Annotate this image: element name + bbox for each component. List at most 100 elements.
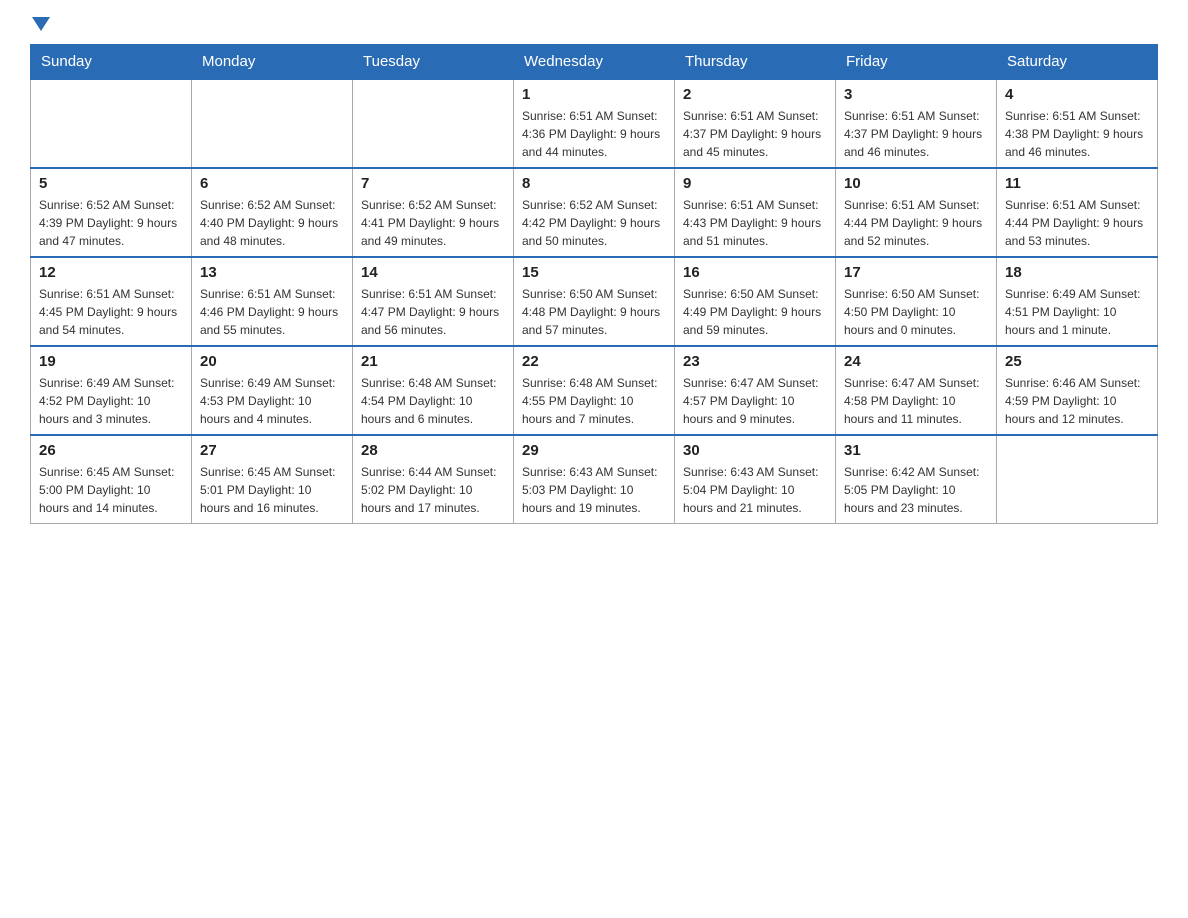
calendar-table: SundayMondayTuesdayWednesdayThursdayFrid… xyxy=(30,44,1158,524)
day-number: 24 xyxy=(844,353,988,370)
day-info: Sunrise: 6:42 AM Sunset: 5:05 PM Dayligh… xyxy=(844,463,988,517)
day-info: Sunrise: 6:47 AM Sunset: 4:57 PM Dayligh… xyxy=(683,374,827,428)
calendar-cell: 7 Sunrise: 6:52 AM Sunset: 4:41 PM Daylig… xyxy=(353,168,514,257)
day-number: 17 xyxy=(844,264,988,281)
day-info: Sunrise: 6:47 AM Sunset: 4:58 PM Dayligh… xyxy=(844,374,988,428)
day-number: 6 xyxy=(200,175,344,192)
day-number: 8 xyxy=(522,175,666,192)
calendar-cell: 17 Sunrise: 6:50 AM Sunset: 4:50 PM Dayli… xyxy=(836,257,997,346)
day-info: Sunrise: 6:51 AM Sunset: 4:46 PM Dayligh… xyxy=(200,285,344,339)
day-number: 23 xyxy=(683,353,827,370)
calendar-cell: 11 Sunrise: 6:51 AM Sunset: 4:44 PM Dayli… xyxy=(997,168,1158,257)
calendar-cell: 19Sunrise: 6:49 AM Sunset: 4:52 PM Dayli… xyxy=(31,346,192,435)
day-number: 2 xyxy=(683,86,827,103)
calendar-cell: 4Sunrise: 6:51 AM Sunset: 4:38 PM Daylig… xyxy=(997,79,1158,168)
day-number: 3 xyxy=(844,86,988,103)
calendar-cell: 30Sunrise: 6:43 AM Sunset: 5:04 PM Dayli… xyxy=(675,435,836,524)
calendar-cell: 18 Sunrise: 6:49 AM Sunset: 4:51 PM Dayli… xyxy=(997,257,1158,346)
calendar-header-sunday: Sunday xyxy=(31,45,192,80)
calendar-cell: 21 Sunrise: 6:48 AM Sunset: 4:54 PM Dayli… xyxy=(353,346,514,435)
calendar-week-row: 19Sunrise: 6:49 AM Sunset: 4:52 PM Dayli… xyxy=(31,346,1158,435)
calendar-cell: 25 Sunrise: 6:46 AM Sunset: 4:59 PM Dayli… xyxy=(997,346,1158,435)
day-number: 5 xyxy=(39,175,183,192)
day-info: Sunrise: 6:51 AM Sunset: 4:36 PM Dayligh… xyxy=(522,107,666,161)
day-info: Sunrise: 6:43 AM Sunset: 5:03 PM Dayligh… xyxy=(522,463,666,517)
calendar-cell: 12 Sunrise: 6:51 AM Sunset: 4:45 PM Dayli… xyxy=(31,257,192,346)
calendar-cell: 20 Sunrise: 6:49 AM Sunset: 4:53 PM Dayli… xyxy=(192,346,353,435)
calendar-header-saturday: Saturday xyxy=(997,45,1158,80)
calendar-cell: 8Sunrise: 6:52 AM Sunset: 4:42 PM Daylig… xyxy=(514,168,675,257)
day-number: 21 xyxy=(361,353,505,370)
calendar-cell: 24 Sunrise: 6:47 AM Sunset: 4:58 PM Dayli… xyxy=(836,346,997,435)
calendar-cell: 15Sunrise: 6:50 AM Sunset: 4:48 PM Dayli… xyxy=(514,257,675,346)
calendar-cell: 28 Sunrise: 6:44 AM Sunset: 5:02 PM Dayli… xyxy=(353,435,514,524)
calendar-cell: 6 Sunrise: 6:52 AM Sunset: 4:40 PM Daylig… xyxy=(192,168,353,257)
day-info: Sunrise: 6:49 AM Sunset: 4:53 PM Dayligh… xyxy=(200,374,344,428)
calendar-cell: 26 Sunrise: 6:45 AM Sunset: 5:00 PM Dayli… xyxy=(31,435,192,524)
day-info: Sunrise: 6:44 AM Sunset: 5:02 PM Dayligh… xyxy=(361,463,505,517)
calendar-cell xyxy=(31,79,192,168)
day-info: Sunrise: 6:51 AM Sunset: 4:44 PM Dayligh… xyxy=(844,196,988,250)
day-info: Sunrise: 6:49 AM Sunset: 4:52 PM Dayligh… xyxy=(39,374,183,428)
day-number: 11 xyxy=(1005,175,1149,192)
day-number: 29 xyxy=(522,442,666,459)
calendar-cell: 27 Sunrise: 6:45 AM Sunset: 5:01 PM Dayli… xyxy=(192,435,353,524)
calendar-header-wednesday: Wednesday xyxy=(514,45,675,80)
calendar-cell: 14 Sunrise: 6:51 AM Sunset: 4:47 PM Dayli… xyxy=(353,257,514,346)
day-number: 12 xyxy=(39,264,183,281)
day-number: 18 xyxy=(1005,264,1149,281)
day-info: Sunrise: 6:49 AM Sunset: 4:51 PM Dayligh… xyxy=(1005,285,1149,339)
calendar-cell xyxy=(353,79,514,168)
day-number: 28 xyxy=(361,442,505,459)
day-info: Sunrise: 6:52 AM Sunset: 4:40 PM Dayligh… xyxy=(200,196,344,250)
calendar-cell: 2 Sunrise: 6:51 AM Sunset: 4:37 PM Daylig… xyxy=(675,79,836,168)
day-number: 10 xyxy=(844,175,988,192)
calendar-header-thursday: Thursday xyxy=(675,45,836,80)
day-number: 30 xyxy=(683,442,827,459)
day-info: Sunrise: 6:51 AM Sunset: 4:37 PM Dayligh… xyxy=(844,107,988,161)
day-info: Sunrise: 6:52 AM Sunset: 4:39 PM Dayligh… xyxy=(39,196,183,250)
day-number: 13 xyxy=(200,264,344,281)
day-number: 1 xyxy=(522,86,666,103)
day-number: 31 xyxy=(844,442,988,459)
day-info: Sunrise: 6:50 AM Sunset: 4:50 PM Dayligh… xyxy=(844,285,988,339)
day-info: Sunrise: 6:51 AM Sunset: 4:37 PM Dayligh… xyxy=(683,107,827,161)
calendar-week-row: 5 Sunrise: 6:52 AM Sunset: 4:39 PM Daylig… xyxy=(31,168,1158,257)
logo-triangle-icon xyxy=(32,17,50,31)
day-number: 20 xyxy=(200,353,344,370)
day-info: Sunrise: 6:45 AM Sunset: 5:01 PM Dayligh… xyxy=(200,463,344,517)
day-info: Sunrise: 6:48 AM Sunset: 4:55 PM Dayligh… xyxy=(522,374,666,428)
calendar-cell: 3 Sunrise: 6:51 AM Sunset: 4:37 PM Daylig… xyxy=(836,79,997,168)
day-info: Sunrise: 6:52 AM Sunset: 4:41 PM Dayligh… xyxy=(361,196,505,250)
calendar-header-monday: Monday xyxy=(192,45,353,80)
day-number: 7 xyxy=(361,175,505,192)
day-number: 15 xyxy=(522,264,666,281)
calendar-week-row: 1 Sunrise: 6:51 AM Sunset: 4:36 PM Daylig… xyxy=(31,79,1158,168)
day-number: 25 xyxy=(1005,353,1149,370)
day-info: Sunrise: 6:48 AM Sunset: 4:54 PM Dayligh… xyxy=(361,374,505,428)
day-info: Sunrise: 6:51 AM Sunset: 4:47 PM Dayligh… xyxy=(361,285,505,339)
calendar-cell: 22 Sunrise: 6:48 AM Sunset: 4:55 PM Dayli… xyxy=(514,346,675,435)
calendar-cell: 16Sunrise: 6:50 AM Sunset: 4:49 PM Dayli… xyxy=(675,257,836,346)
calendar-cell: 31 Sunrise: 6:42 AM Sunset: 5:05 PM Dayli… xyxy=(836,435,997,524)
calendar-header-row: SundayMondayTuesdayWednesdayThursdayFrid… xyxy=(31,45,1158,80)
calendar-cell: 13 Sunrise: 6:51 AM Sunset: 4:46 PM Dayli… xyxy=(192,257,353,346)
calendar-week-row: 12 Sunrise: 6:51 AM Sunset: 4:45 PM Dayli… xyxy=(31,257,1158,346)
day-number: 22 xyxy=(522,353,666,370)
day-info: Sunrise: 6:51 AM Sunset: 4:43 PM Dayligh… xyxy=(683,196,827,250)
calendar-cell xyxy=(192,79,353,168)
calendar-cell: 23 Sunrise: 6:47 AM Sunset: 4:57 PM Dayli… xyxy=(675,346,836,435)
calendar-header-friday: Friday xyxy=(836,45,997,80)
day-info: Sunrise: 6:45 AM Sunset: 5:00 PM Dayligh… xyxy=(39,463,183,517)
day-number: 26 xyxy=(39,442,183,459)
day-info: Sunrise: 6:51 AM Sunset: 4:38 PM Dayligh… xyxy=(1005,107,1149,161)
day-info: Sunrise: 6:46 AM Sunset: 4:59 PM Dayligh… xyxy=(1005,374,1149,428)
calendar-cell xyxy=(997,435,1158,524)
calendar-week-row: 26 Sunrise: 6:45 AM Sunset: 5:00 PM Dayli… xyxy=(31,435,1158,524)
logo xyxy=(30,20,50,34)
day-number: 27 xyxy=(200,442,344,459)
calendar-cell: 1 Sunrise: 6:51 AM Sunset: 4:36 PM Daylig… xyxy=(514,79,675,168)
day-info: Sunrise: 6:51 AM Sunset: 4:45 PM Dayligh… xyxy=(39,285,183,339)
day-info: Sunrise: 6:51 AM Sunset: 4:44 PM Dayligh… xyxy=(1005,196,1149,250)
day-number: 14 xyxy=(361,264,505,281)
